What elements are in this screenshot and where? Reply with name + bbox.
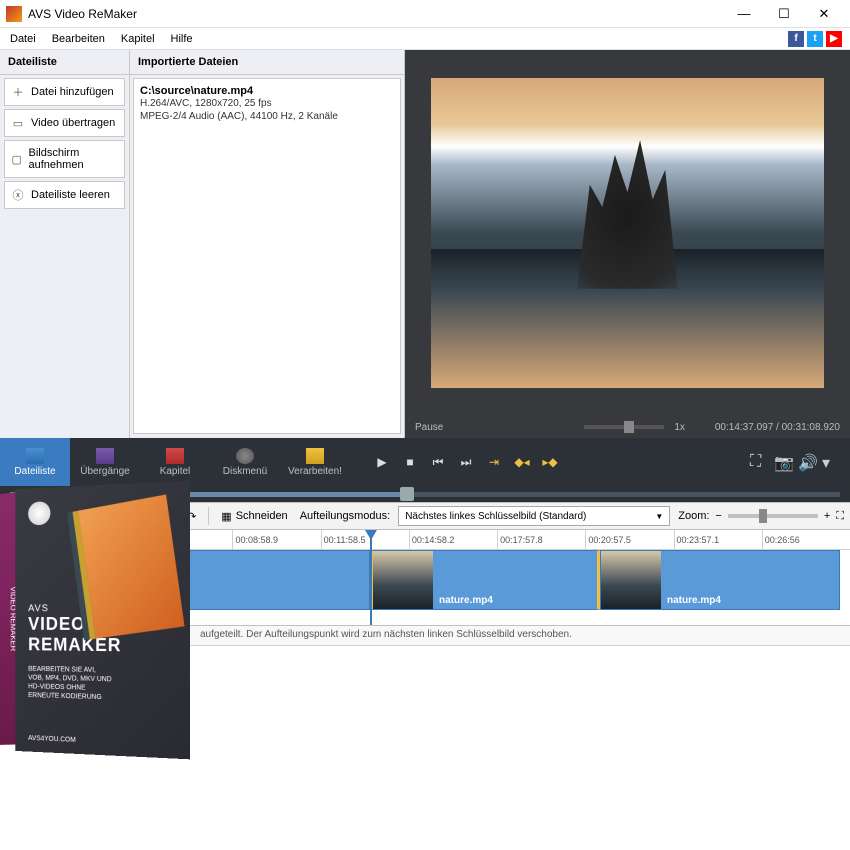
file-list[interactable]: C:\source\nature.mp4 H.264/AVC, 1280x720… xyxy=(133,78,401,434)
clip-3[interactable]: nature.mp4 xyxy=(600,550,840,610)
screen-icon: ▢ xyxy=(11,152,23,166)
split-mode-select[interactable]: Nächstes linkes Schlüsselbild (Standard)… xyxy=(398,506,670,526)
app-title: AVS Video ReMaker xyxy=(28,7,724,21)
preview-status: Pause 1x 00:14:37.097 / 00:31:08.920 xyxy=(405,416,850,438)
box-art-image xyxy=(78,494,184,638)
avs4you-logo xyxy=(28,501,50,525)
product-box-art: VIDEO REMAKER AVS VIDEO REMAKER BEARBEIT… xyxy=(15,481,190,760)
camera-icon: ▭ xyxy=(11,116,25,130)
box-title-2: REMAKER xyxy=(28,635,176,657)
menubar: Datei Bearbeiten Kapitel Hilfe f t ▶ xyxy=(0,28,850,50)
file-video-meta: H.264/AVC, 1280x720, 25 fps xyxy=(140,97,394,110)
chapters-icon xyxy=(166,448,184,464)
main-toolbar: Dateiliste Übergänge Kapitel Diskmenü Ve… xyxy=(0,438,850,486)
transfer-video-label: Video übertragen xyxy=(31,117,115,129)
prev-keyframe-button[interactable]: ◆◂ xyxy=(510,450,534,474)
fullscreen-button[interactable]: ⛶ xyxy=(750,453,768,471)
zoom-in-button[interactable]: + xyxy=(824,510,830,522)
playback-duration: 00:31:08.920 xyxy=(782,422,840,433)
playback-position: 00:14:37.097 xyxy=(715,422,773,433)
add-file-button[interactable]: ＋ Datei hinzufügen xyxy=(4,78,125,106)
file-panel: Importierte Dateien C:\source\nature.mp4… xyxy=(130,50,405,438)
sidebar: Dateiliste ＋ Datei hinzufügen ▭ Video über… xyxy=(0,50,130,438)
seek-thumb[interactable] xyxy=(400,487,414,501)
next-keyframe-button[interactable]: ▸◆ xyxy=(538,450,562,474)
file-panel-header: Importierte Dateien xyxy=(130,50,404,75)
box-description: BEARBEITEN SIE AVI, VOB, MP4, DVD, MKV U… xyxy=(28,665,114,703)
maximize-button[interactable]: ☐ xyxy=(764,0,804,28)
menu-hilfe[interactable]: Hilfe xyxy=(163,33,201,45)
youtube-icon[interactable]: ▶ xyxy=(826,31,842,47)
minimize-button[interactable]: — xyxy=(724,0,764,28)
zoom-fit-button[interactable]: ⛶ xyxy=(836,510,844,523)
sidebar-header: Dateiliste xyxy=(0,50,129,75)
tab-verarbeiten[interactable]: Verarbeiten! xyxy=(280,438,350,486)
app-icon xyxy=(6,6,22,22)
menu-datei[interactable]: Datei xyxy=(2,33,44,45)
cut-button[interactable]: ▦Schneiden xyxy=(217,508,291,525)
video-frame[interactable] xyxy=(405,50,850,416)
cut-icon: ▦ xyxy=(221,510,231,523)
transfer-video-button[interactable]: ▭ Video übertragen xyxy=(4,109,125,137)
box-front: AVS VIDEO REMAKER BEARBEITEN SIE AVI, VO… xyxy=(15,481,190,760)
video-image xyxy=(431,78,824,388)
zoom-slider[interactable] xyxy=(728,514,818,518)
clear-icon: ⓧ xyxy=(11,188,25,202)
close-button[interactable]: ✕ xyxy=(804,0,844,28)
menu-bearbeiten[interactable]: Bearbeiten xyxy=(44,33,113,45)
stop-button[interactable]: ■ xyxy=(398,450,422,474)
facebook-icon[interactable]: f xyxy=(788,31,804,47)
record-screen-button[interactable]: ▢ Bildschirm aufnehmen xyxy=(4,140,125,178)
split-mode-label: Aufteilungsmodus: xyxy=(300,510,391,522)
keyframe-nav-icon[interactable]: ⇥ xyxy=(482,450,506,474)
tab-uebergaenge[interactable]: Übergänge xyxy=(70,438,140,486)
clip-2-selected[interactable]: nature.mp4 xyxy=(370,550,600,610)
titlebar: AVS Video ReMaker — ☐ ✕ xyxy=(0,0,850,28)
tab-dateiliste[interactable]: Dateiliste xyxy=(0,438,70,486)
tab-kapitel[interactable]: Kapitel xyxy=(140,438,210,486)
process-icon xyxy=(306,448,324,464)
clear-list-label: Dateiliste leeren xyxy=(31,189,110,201)
prev-frame-button[interactable]: ⏮ xyxy=(426,450,450,474)
playhead[interactable] xyxy=(370,530,372,625)
file-path: C:\source\nature.mp4 xyxy=(140,85,394,97)
menu-kapitel[interactable]: Kapitel xyxy=(113,33,163,45)
tab-diskmenu[interactable]: Diskmenü xyxy=(210,438,280,486)
file-audio-meta: MPEG-2/4 Audio (AAC), 44100 Hz, 2 Kanäle xyxy=(140,110,394,123)
snapshot-button[interactable]: 📷 xyxy=(774,453,792,471)
play-button[interactable]: ▶ xyxy=(370,450,394,474)
plus-icon: ＋ xyxy=(11,85,25,99)
playback-speed: 1x xyxy=(674,422,685,433)
speed-slider[interactable] xyxy=(584,425,664,429)
record-screen-label: Bildschirm aufnehmen xyxy=(29,147,118,171)
add-file-label: Datei hinzufügen xyxy=(31,86,114,98)
next-frame-button[interactable]: ⏭ xyxy=(454,450,478,474)
transitions-icon xyxy=(96,448,114,464)
box-website: AVS4YOU.COM xyxy=(28,735,76,744)
zoom-label: Zoom: xyxy=(678,510,709,522)
preview-panel: Pause 1x 00:14:37.097 / 00:31:08.920 xyxy=(405,50,850,438)
playback-state: Pause xyxy=(415,422,443,433)
disc-icon xyxy=(236,448,254,464)
volume-button[interactable]: 🔊 xyxy=(798,453,816,471)
clear-list-button[interactable]: ⓧ Dateiliste leeren xyxy=(4,181,125,209)
zoom-out-button[interactable]: − xyxy=(715,510,721,522)
chevron-down-icon: ▼ xyxy=(655,512,663,521)
volume-dropdown-icon[interactable]: ▾ xyxy=(822,453,840,471)
twitter-icon[interactable]: t xyxy=(807,31,823,47)
filelist-icon xyxy=(26,448,44,464)
